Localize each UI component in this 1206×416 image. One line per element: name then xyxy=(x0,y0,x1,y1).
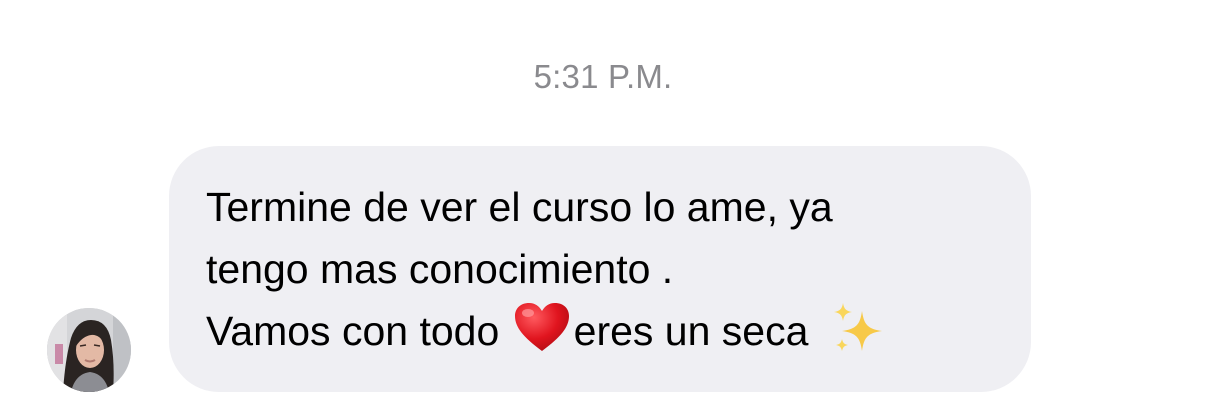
received-message-bubble[interactable]: Termine de ver el curso lo ame, ya tengo… xyxy=(169,146,1031,392)
message-line-3-text-start: Vamos con todo xyxy=(206,308,511,354)
avatar[interactable] xyxy=(47,308,131,392)
message-line-1: Termine de ver el curso lo ame, ya xyxy=(206,184,833,230)
red-heart-icon xyxy=(514,303,569,351)
message-line-2: tengo mas conocimiento . xyxy=(206,246,674,292)
message-line-3: Vamos con todo eres un seca xyxy=(206,300,1001,362)
chat-screen: 5:31 P.M. Termine de ver el curso lo ame… xyxy=(0,0,1206,416)
avatar-photo xyxy=(47,308,131,392)
sparkles-icon xyxy=(833,303,882,351)
message-timestamp: 5:31 P.M. xyxy=(533,58,673,95)
message-line-3-text-end: eres un seca xyxy=(573,308,820,354)
